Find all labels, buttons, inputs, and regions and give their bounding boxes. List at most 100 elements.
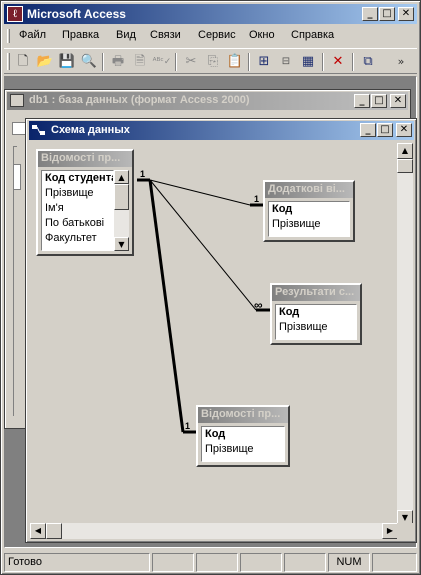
toolbar-separator: [102, 53, 104, 71]
rel-close-button[interactable]: ✕: [396, 123, 412, 137]
access-main-window: ℓ Microsoft Access _ □ ✕ Файл Правка Вид С…: [0, 0, 421, 575]
db-object-tab[interactable]: [13, 164, 21, 190]
menu-relationships[interactable]: Связи: [150, 29, 181, 41]
direct-relationships-icon[interactable]: ⊟: [276, 52, 296, 72]
toolbar-separator: [352, 53, 354, 71]
scroll-right-arrow-icon[interactable]: ▶: [382, 523, 398, 539]
db-maximize-button[interactable]: □: [371, 94, 387, 108]
all-relationships-icon[interactable]: ▦: [298, 52, 318, 72]
scroll-thumb[interactable]: [397, 159, 413, 173]
menu-file[interactable]: Файл: [19, 29, 46, 41]
relationships-window-title: Схема данных: [51, 124, 130, 136]
field-list[interactable]: Код Прізвище: [275, 304, 357, 340]
menu-help[interactable]: Справка: [291, 29, 334, 41]
print-preview-icon[interactable]: 🗎: [130, 52, 150, 72]
table-title[interactable]: Відомості пр...: [38, 151, 132, 167]
db-minimize-button[interactable]: _: [354, 94, 370, 108]
menu-edit[interactable]: Правка: [62, 29, 99, 41]
field-primary-key[interactable]: Код: [269, 202, 349, 217]
database-window-icon[interactable]: ⧉: [358, 52, 378, 72]
search-icon[interactable]: 🔍: [79, 52, 99, 72]
relation-1-line[interactable]: [149, 179, 251, 206]
database-window-titlebar[interactable]: db1 : база данных (формат Access 2000) _…: [7, 92, 408, 110]
table-results[interactable]: Результати с... Код Прізвище: [270, 283, 362, 345]
status-panel: [152, 553, 194, 572]
paste-icon[interactable]: 📋: [225, 52, 245, 72]
field-item[interactable]: Прізвище: [269, 217, 349, 232]
toolbar-separator: [248, 53, 250, 71]
menu-window[interactable]: Окно: [249, 29, 275, 41]
field-item[interactable]: Ім'я: [42, 201, 113, 216]
database-icon: [10, 94, 24, 107]
toolbar-grip[interactable]: [7, 53, 10, 70]
table-student-info[interactable]: Відомості пр... Код студента Прізвище Ім…: [36, 149, 134, 256]
menubar-grip[interactable]: [7, 29, 10, 43]
menu-tools[interactable]: Сервис: [198, 29, 236, 41]
rel-maximize-button[interactable]: □: [377, 123, 393, 137]
relationships-canvas[interactable]: 1 1 ∞ 1 Відомості пр... Код студента Прі…: [30, 143, 398, 526]
new-icon[interactable]: 🗋: [13, 52, 33, 72]
maximize-button[interactable]: □: [379, 7, 395, 21]
main-toolbar: 🗋 📂 💾 🔍 🖶 🗎 ᴬᴮᶜ✓ ✂ ⎘ 📋 ⊞ ⊟ ▦ ✕ ⧉ »: [4, 48, 417, 74]
status-panel: [372, 553, 417, 572]
db-open-icon[interactable]: [12, 122, 26, 135]
status-panel: [240, 553, 282, 572]
table-additional-info[interactable]: Додаткові ві... Код Прізвище: [263, 180, 355, 242]
rel-minimize-button[interactable]: _: [360, 123, 376, 137]
menu-view[interactable]: Вид: [116, 29, 136, 41]
scroll-up-arrow-icon[interactable]: ▲: [397, 143, 413, 159]
field-primary-key[interactable]: Код студента: [42, 171, 113, 186]
field-item[interactable]: Прізвище: [202, 442, 284, 457]
field-list[interactable]: Код студента Прізвище Ім'я По батькові Ф…: [41, 170, 114, 251]
database-window-title: db1 : база данных (формат Access 2000): [29, 94, 250, 106]
relation-1-start-cardinality: 1: [140, 169, 145, 179]
relation-3-end-cardinality: 1: [185, 421, 190, 431]
relation-2-end-cardinality: ∞: [254, 298, 263, 312]
field-item[interactable]: По батькові: [42, 216, 113, 231]
relationships-window-titlebar[interactable]: Схема данных _ □ ✕: [29, 121, 414, 140]
table-title[interactable]: Результати с...: [272, 285, 360, 301]
overflow-icon[interactable]: »: [392, 52, 410, 72]
relation-3-line[interactable]: [148, 179, 185, 433]
toolbar-separator: [175, 53, 177, 71]
field-item[interactable]: Прізвище: [42, 186, 113, 201]
delete-icon[interactable]: ✕: [328, 52, 348, 72]
db-close-button[interactable]: ✕: [390, 94, 406, 108]
size-box: [397, 523, 413, 539]
table-student-info-2[interactable]: Відомості пр... Код Прізвище: [196, 405, 290, 467]
field-primary-key[interactable]: Код: [202, 427, 284, 442]
app-titlebar[interactable]: ℓ Microsoft Access _ □ ✕: [4, 4, 417, 24]
cut-icon[interactable]: ✂: [181, 52, 201, 72]
field-item[interactable]: Прізвище: [276, 320, 356, 335]
scroll-down-arrow-icon[interactable]: ▼: [114, 237, 129, 251]
relation-1-end-cardinality: 1: [254, 194, 259, 204]
status-bar: Готово NUM: [4, 553, 417, 572]
spelling-icon[interactable]: ᴬᴮᶜ✓: [152, 52, 172, 72]
vertical-scrollbar[interactable]: ▲ ▼: [397, 143, 413, 526]
show-table-icon[interactable]: ⊞: [254, 52, 274, 72]
copy-icon[interactable]: ⎘: [203, 52, 223, 72]
relationships-window: Схема данных _ □ ✕ 1 1 ∞ 1 Відомості пр...: [25, 118, 417, 543]
field-list[interactable]: Код Прізвище: [201, 426, 285, 462]
access-key-icon[interactable]: ℓ: [7, 6, 23, 22]
minimize-button[interactable]: _: [362, 7, 378, 21]
print-icon[interactable]: 🖶: [108, 52, 128, 72]
open-icon[interactable]: 📂: [35, 52, 55, 72]
toolbar-separator: [322, 53, 324, 71]
app-title: Microsoft Access: [27, 7, 126, 21]
scroll-up-arrow-icon[interactable]: ▲: [114, 170, 129, 184]
horizontal-scrollbar[interactable]: ◀ ▶: [30, 523, 398, 539]
table-title[interactable]: Додаткові ві...: [265, 182, 353, 198]
field-item[interactable]: Факультет: [42, 231, 113, 246]
save-icon[interactable]: 💾: [57, 52, 77, 72]
field-primary-key[interactable]: Код: [276, 305, 356, 320]
num-lock-indicator: NUM: [328, 553, 370, 572]
relationships-icon: [32, 125, 45, 135]
table-title[interactable]: Відомості пр...: [198, 407, 288, 423]
close-button[interactable]: ✕: [398, 7, 414, 21]
scroll-thumb[interactable]: [114, 184, 129, 210]
scroll-thumb[interactable]: [46, 523, 62, 539]
scroll-left-arrow-icon[interactable]: ◀: [30, 523, 46, 539]
field-list[interactable]: Код Прізвище: [268, 201, 350, 237]
field-list-scrollbar[interactable]: ▲ ▼: [114, 170, 129, 251]
